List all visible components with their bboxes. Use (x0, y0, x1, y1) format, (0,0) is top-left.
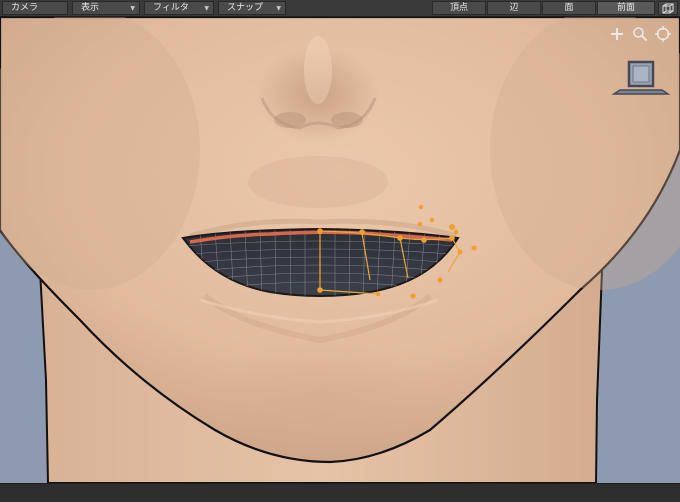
vertex-mode-button[interactable]: 頂点 (432, 1, 486, 15)
view-select-label: 前面 (616, 3, 635, 13)
zoom-magnifier-icon (633, 27, 648, 42)
camera-menu[interactable]: カメラ (2, 1, 68, 15)
crosshair-icon[interactable] (655, 26, 671, 42)
snap-menu[interactable]: スナップ ▼ (218, 1, 286, 15)
edge-mode-label: 辺 (509, 3, 519, 13)
face-model-render (0, 17, 680, 483)
display-caret-icon: ▼ (130, 5, 135, 12)
face-mode-label: 面 (564, 3, 574, 13)
filter-caret-icon: ▼ (204, 5, 209, 12)
filter-menu-label: フィルタ (153, 3, 189, 13)
orbit-crosshair-icon (655, 26, 671, 42)
plus-icon[interactable] (609, 26, 625, 42)
face-mode-button[interactable]: 面 (542, 1, 596, 15)
pan-plus-icon (611, 28, 623, 40)
display-menu-label: 表示 (81, 3, 100, 13)
display-menu[interactable]: 表示 ▼ (72, 1, 140, 15)
view-cube-monitor-icon (611, 60, 671, 95)
status-bar (0, 483, 680, 502)
vertex-mode-label: 頂点 (449, 3, 468, 13)
chin-shading (212, 340, 432, 450)
snap-caret-icon: ▼ (276, 5, 281, 12)
wireframe-cube-button[interactable] (658, 1, 678, 15)
magnifier-icon[interactable] (632, 26, 648, 42)
viewport-toolbar: カメラ 表示 ▼ フィルタ ▼ スナップ ▼ 頂点 辺 面 前面 (0, 0, 680, 17)
edge-mode-button[interactable]: 辺 (487, 1, 541, 15)
monitor-icon[interactable] (611, 60, 672, 96)
camera-menu-label: カメラ (11, 3, 39, 13)
filter-menu[interactable]: フィルタ ▼ (144, 1, 214, 15)
view-select-button[interactable]: 前面 (597, 1, 655, 15)
snap-menu-label: スナップ (227, 3, 264, 13)
wireframe-cube-icon (662, 3, 674, 14)
3d-viewport[interactable] (0, 17, 680, 483)
